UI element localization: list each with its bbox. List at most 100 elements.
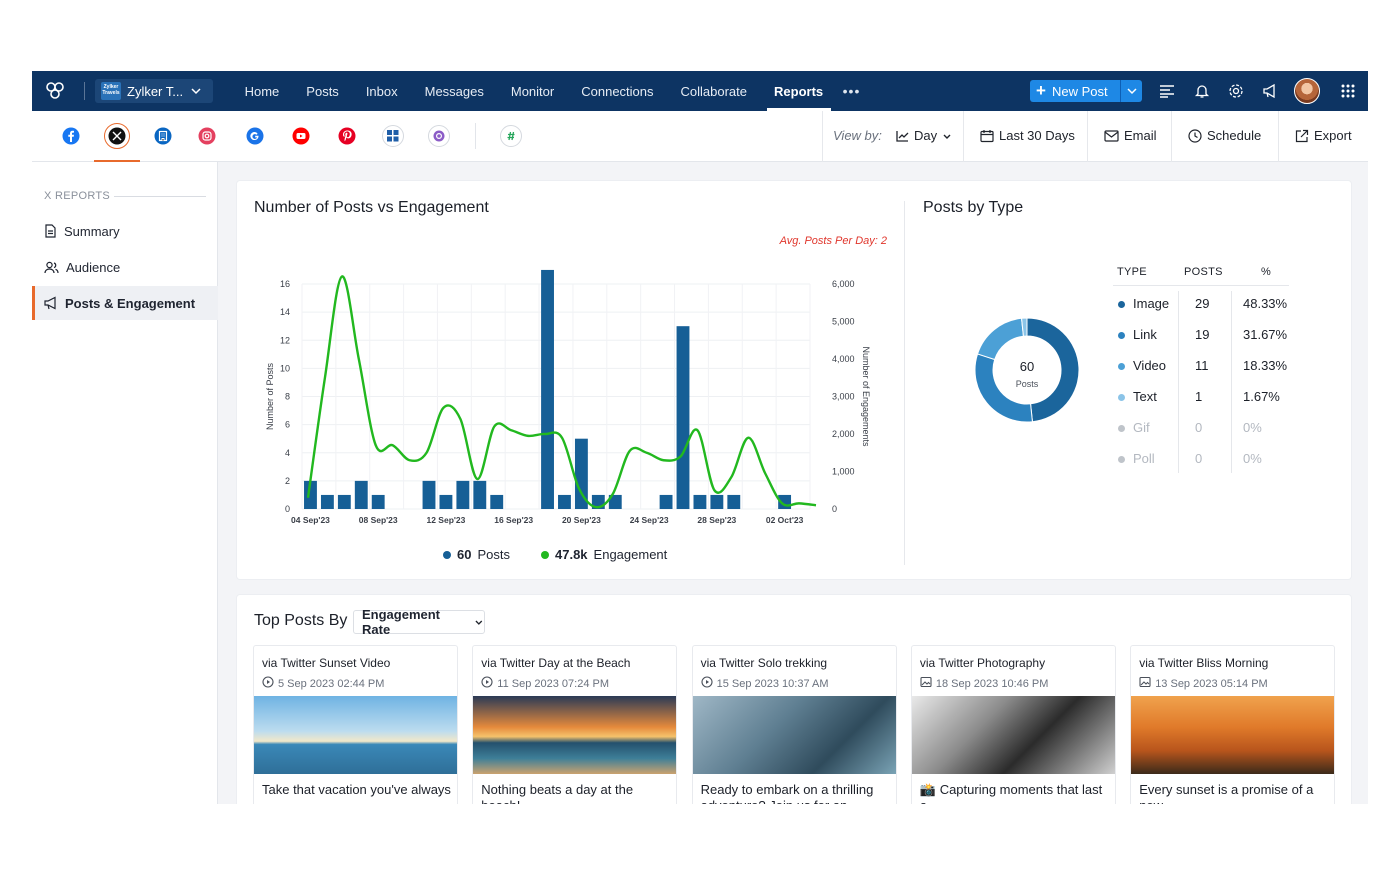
- chart-grid: [301, 283, 811, 510]
- google-business-icon[interactable]: [244, 125, 266, 147]
- gear-icon[interactable]: [1227, 82, 1245, 100]
- posts-bar[interactable]: [371, 494, 385, 509]
- legend-posts-label: Posts: [477, 547, 510, 562]
- type-row-posts: 0: [1195, 420, 1203, 435]
- posts-bar[interactable]: [456, 480, 470, 509]
- donut-slice-video[interactable]: [976, 317, 1024, 361]
- email-button[interactable]: Email: [1104, 128, 1157, 143]
- linkedin-company-icon[interactable]: [152, 125, 174, 147]
- post-source: via Twitter Solo trekking: [700, 656, 828, 670]
- type-swatch: [1118, 332, 1125, 339]
- schedule-button[interactable]: Schedule: [1188, 128, 1261, 143]
- type-swatch: [1118, 301, 1125, 308]
- posts-bar[interactable]: [354, 480, 368, 509]
- legend-engagement[interactable]: 47.8k Engagement: [541, 547, 667, 562]
- engagement-line[interactable]: [306, 275, 817, 509]
- brand-switcher[interactable]: Zylker Travels Zylker T...: [95, 79, 214, 103]
- legend-posts[interactable]: 60 Posts: [443, 547, 510, 562]
- posts-bar[interactable]: [473, 480, 487, 509]
- threads-icon[interactable]: [428, 125, 450, 147]
- granularity-dropdown[interactable]: Day: [896, 128, 952, 143]
- bell-icon[interactable]: [1193, 82, 1211, 100]
- posts-bar[interactable]: [710, 494, 724, 509]
- megaphone-icon[interactable]: [1261, 82, 1279, 100]
- posts-bar[interactable]: [693, 494, 707, 509]
- post-image[interactable]: [254, 696, 457, 774]
- nav-monitor[interactable]: Monitor: [497, 71, 567, 111]
- document-icon: [45, 224, 56, 238]
- instagram-icon[interactable]: [196, 125, 218, 147]
- megaphone-icon: [44, 296, 56, 310]
- date-range-button[interactable]: Last 30 Days: [980, 128, 1075, 143]
- top-post-card[interactable]: via Twitter Photography 18 Sep 2023 10:46…: [911, 646, 1115, 804]
- nav-inbox[interactable]: Inbox: [352, 71, 411, 111]
- reports-sidebar: X REPORTS Summary Audience Posts & Engag…: [32, 162, 218, 804]
- new-post-dropdown[interactable]: [1120, 80, 1142, 102]
- sidebar-heading-rule: [114, 196, 206, 197]
- post-image[interactable]: [1131, 696, 1335, 774]
- posts-bar[interactable]: [727, 494, 741, 509]
- microsoft-icon[interactable]: [382, 125, 404, 147]
- nav-connections[interactable]: Connections: [568, 71, 667, 111]
- type-row-pct: 48.33%: [1243, 296, 1288, 311]
- social-app-logo-icon[interactable]: [32, 71, 78, 111]
- more-menu-icon[interactable]: •••: [837, 83, 867, 99]
- top-posts-sort-dropdown[interactable]: Engagement Rate: [353, 607, 485, 637]
- sidebar-item-label: Posts & Engagement: [65, 295, 196, 311]
- type-row-posts: 19: [1195, 327, 1210, 342]
- post-date: 11 Sep 2023 07:24 PM: [497, 677, 610, 690]
- top-post-card[interactable]: via Twitter Solo trekking 15 Sep 2023 10:…: [692, 646, 896, 804]
- new-post-label: New Post: [1052, 83, 1108, 99]
- lines-icon[interactable]: [1158, 82, 1176, 100]
- post-image[interactable]: [473, 696, 677, 774]
- youtube-icon[interactable]: [290, 125, 312, 147]
- legend-engagement-label: Engagement: [593, 547, 668, 562]
- pinterest-icon[interactable]: [336, 125, 358, 147]
- type-row-pct: 18.33%: [1243, 358, 1288, 373]
- apps-grid-icon[interactable]: [1339, 82, 1357, 100]
- type-row-type: Gif: [1133, 420, 1150, 435]
- posts-bar[interactable]: [676, 326, 690, 509]
- posts-bar[interactable]: [558, 494, 571, 509]
- nav-reports[interactable]: Reports: [761, 71, 837, 111]
- posts-bar[interactable]: [541, 269, 554, 509]
- posts-bar[interactable]: [422, 480, 436, 509]
- nav-collaborate[interactable]: Collaborate: [667, 71, 761, 111]
- sidebar-item-posts-engagement[interactable]: Posts & Engagement: [32, 286, 218, 320]
- y-tick-label: 0: [285, 504, 290, 514]
- post-image[interactable]: [911, 696, 1115, 774]
- export-icon: [1295, 129, 1309, 142]
- posts-bar[interactable]: [439, 494, 453, 509]
- posts-bar[interactable]: [490, 494, 504, 509]
- zoho-icon[interactable]: [500, 125, 522, 147]
- export-button[interactable]: Export: [1295, 128, 1352, 143]
- posts-bar[interactable]: [659, 494, 673, 509]
- nav-posts[interactable]: Posts: [293, 71, 353, 111]
- posts-bar[interactable]: [337, 494, 351, 509]
- y-tick-label: 8: [285, 392, 290, 402]
- type-column-header: TYPE: [1117, 266, 1147, 278]
- plus-icon: +: [1036, 81, 1046, 100]
- mail-icon: [1104, 129, 1119, 142]
- x-tick-label: 24 Sep'23: [630, 515, 669, 525]
- sidebar-item-audience[interactable]: Audience: [32, 250, 218, 284]
- posts-bar[interactable]: [320, 494, 334, 509]
- x-tick-label: 12 Sep'23: [426, 515, 465, 525]
- avatar[interactable]: [1294, 78, 1320, 104]
- posts-by-type-title: Posts by Type: [923, 199, 1024, 216]
- post-image[interactable]: [692, 696, 896, 774]
- x-tick-label: 08 Sep'23: [359, 515, 398, 525]
- report-toolbar: View by: Day Last 30 Days Email Schedule…: [32, 111, 1368, 162]
- top-post-card[interactable]: via Twitter Day at the Beach 11 Sep 2023 …: [473, 646, 677, 804]
- donut-slice-image[interactable]: [1026, 317, 1080, 423]
- y2-tick-label: 3,000: [832, 392, 855, 402]
- facebook-icon[interactable]: [60, 125, 82, 147]
- post-date: 18 Sep 2023 10:46 PM: [935, 677, 1049, 690]
- nav-messages[interactable]: Messages: [411, 71, 497, 111]
- nav-home[interactable]: Home: [231, 71, 293, 111]
- sidebar-item-summary[interactable]: Summary: [32, 214, 218, 248]
- top-post-card[interactable]: via Twitter Bliss Morning 13 Sep 2023 05:…: [1131, 646, 1335, 804]
- x-icon[interactable]: [104, 123, 130, 149]
- new-post-button[interactable]: + New Post: [1030, 80, 1142, 102]
- top-post-card[interactable]: via Twitter Sunset Video 5 Sep 2023 02:44…: [254, 646, 457, 804]
